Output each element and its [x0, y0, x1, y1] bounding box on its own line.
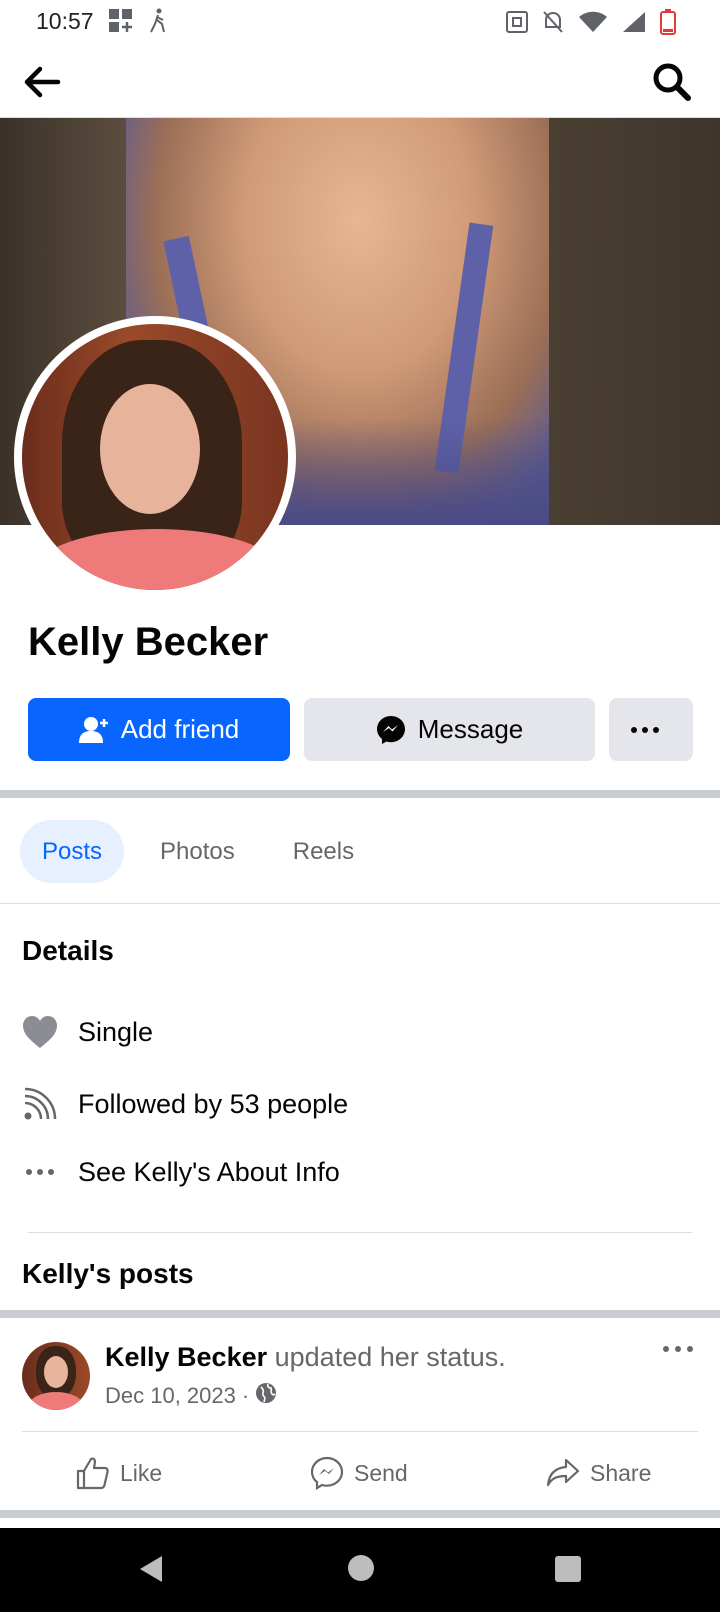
post-more-button[interactable] [662, 1340, 702, 1370]
detail-text: Single [78, 1016, 154, 1047]
post-header: Kelly Becker updated her status. [105, 1342, 506, 1373]
triangle-back-icon [140, 1556, 162, 1582]
more-dots-icon [663, 1346, 693, 1352]
status-time: 10:57 [36, 8, 94, 34]
back-button[interactable] [20, 60, 64, 104]
search-icon [653, 63, 691, 101]
system-nav-bar [0, 1528, 720, 1612]
share-arrow-icon [546, 1458, 580, 1487]
rss-feed-icon [22, 1086, 58, 1122]
tab-photos[interactable]: Photos [138, 820, 257, 883]
battery-low-icon [660, 9, 676, 40]
section-divider [0, 1510, 720, 1518]
detail-about-info[interactable]: See Kelly's About Info [22, 1154, 340, 1190]
profile-tabs: Posts Photos Reels [20, 820, 390, 883]
detail-text: See Kelly's About Info [78, 1156, 340, 1187]
more-options-button[interactable] [609, 698, 693, 761]
walking-icon [148, 8, 168, 39]
heart-icon [22, 1014, 58, 1050]
post-action-bar: Like Send Share [0, 1448, 720, 1498]
post-author-name[interactable]: Kelly Becker [105, 1342, 267, 1372]
status-bar: 10:57 [0, 0, 720, 44]
posts-heading: Kelly's posts [22, 1258, 194, 1289]
like-button[interactable]: Like [76, 1448, 162, 1498]
mute-icon [542, 10, 564, 39]
more-dots-icon [631, 726, 659, 733]
detail-relationship: Single [22, 1014, 153, 1050]
messenger-outline-icon [310, 1456, 344, 1490]
send-button[interactable]: Send [310, 1448, 408, 1498]
nfc-icon [506, 11, 528, 38]
nav-back-button[interactable] [138, 1554, 164, 1589]
apps-icon [108, 8, 134, 39]
tab-reels[interactable]: Reels [271, 820, 376, 883]
detail-text: Followed by 53 people [78, 1088, 349, 1119]
profile-name: Kelly Becker [28, 620, 269, 664]
nav-home-button[interactable] [348, 1555, 374, 1581]
section-divider [0, 1310, 720, 1318]
back-arrow-icon [24, 66, 61, 98]
tab-posts[interactable]: Posts [20, 820, 125, 883]
send-label: Send [354, 1459, 408, 1486]
message-button[interactable]: Message [304, 698, 595, 761]
more-dots-icon [22, 1154, 58, 1190]
add-friend-button[interactable]: Add friend [28, 698, 290, 761]
globe-icon [255, 1382, 277, 1410]
add-person-icon [78, 716, 108, 743]
details-heading: Details [22, 935, 114, 966]
post-author-avatar[interactable] [22, 1342, 90, 1410]
thumbs-up-icon [76, 1457, 109, 1490]
top-bar [0, 44, 720, 118]
post-date[interactable]: Dec 10, 2023 [105, 1383, 236, 1409]
nav-recents-button[interactable] [555, 1556, 581, 1582]
detail-followers[interactable]: Followed by 53 people [22, 1086, 348, 1122]
post-meta: Dec 10, 2023 · [105, 1382, 277, 1410]
like-label: Like [120, 1459, 163, 1486]
message-label: Message [417, 714, 524, 744]
share-label: Share [590, 1459, 652, 1486]
section-divider [0, 790, 720, 798]
share-button[interactable]: Share [546, 1448, 651, 1498]
add-friend-label: Add friend [120, 714, 240, 744]
messenger-icon [376, 715, 405, 744]
search-button[interactable] [650, 60, 694, 104]
signal-icon [622, 11, 646, 38]
post-action-text: updated her status. [274, 1342, 506, 1372]
profile-avatar[interactable] [22, 324, 288, 590]
wifi-icon [578, 11, 608, 38]
